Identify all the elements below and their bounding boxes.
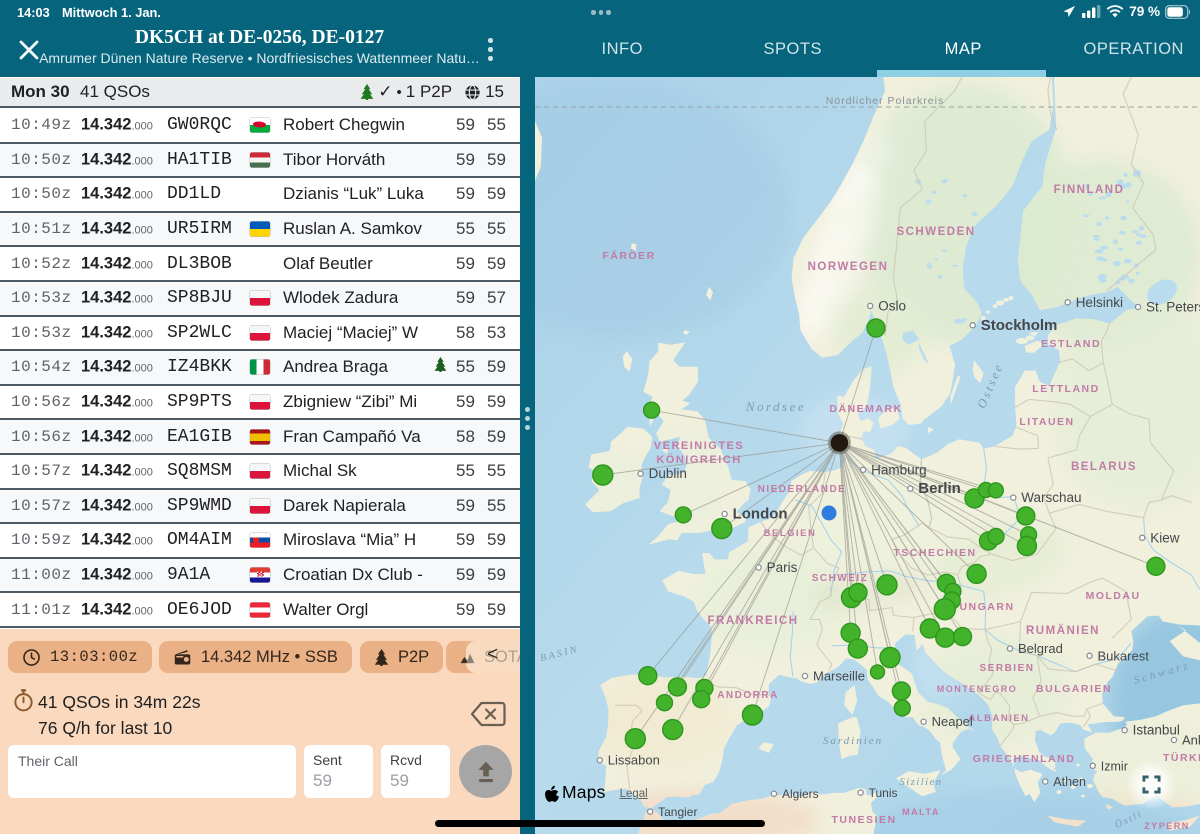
svg-text:MOLDAU: MOLDAU (1085, 590, 1140, 602)
svg-text:KÖNIGREICH: KÖNIGREICH (656, 453, 741, 466)
svg-text:NIEDERLANDE: NIEDERLANDE (758, 484, 847, 495)
svg-text:Berlin: Berlin (918, 480, 961, 497)
svg-text:Paris: Paris (767, 560, 798, 575)
svg-text:TSCHECHIEN: TSCHECHIEN (893, 547, 976, 559)
svg-text:ANDORRA: ANDORRA (717, 690, 779, 701)
svg-text:Neapel: Neapel (932, 714, 973, 729)
svg-text:Hamburg: Hamburg (871, 462, 927, 477)
svg-text:TUNESIEN: TUNESIEN (831, 814, 896, 826)
svg-text:TÜRKEI: TÜRKEI (1163, 751, 1200, 764)
svg-text:Tangier: Tangier (658, 805, 697, 819)
svg-text:Oslo: Oslo (878, 298, 906, 313)
svg-text:MONTENEGRO: MONTENEGRO (937, 684, 1018, 694)
svg-text:Lissabon: Lissabon (608, 753, 660, 768)
svg-text:Ankara: Ankara (1182, 733, 1200, 748)
svg-text:BELARUS: BELARUS (1071, 461, 1137, 473)
svg-text:St. Petersb: St. Petersb (1146, 300, 1200, 315)
svg-text:Marseille: Marseille (813, 669, 865, 684)
svg-text:Sardinien: Sardinien (823, 735, 883, 747)
svg-text:Nördlicher Polarkreis: Nördlicher Polarkreis (826, 95, 944, 107)
svg-text:FÄRÖER: FÄRÖER (602, 249, 655, 262)
svg-text:FINNLAND: FINNLAND (1054, 184, 1125, 196)
svg-text:Belgrad: Belgrad (1018, 641, 1063, 656)
svg-text:SCHWEIZ: SCHWEIZ (812, 573, 869, 584)
svg-text:BULGARIEN: BULGARIEN (1036, 683, 1112, 695)
svg-text:FRANKREICH: FRANKREICH (707, 615, 798, 627)
svg-text:BELGIEN: BELGIEN (764, 528, 817, 539)
svg-text:Athen: Athen (1053, 775, 1086, 789)
svg-text:Istanbul: Istanbul (1133, 723, 1180, 738)
svg-text:Warschau: Warschau (1021, 490, 1081, 505)
svg-text:Kiew: Kiew (1150, 530, 1180, 545)
svg-text:DÄNEMARK: DÄNEMARK (829, 402, 902, 415)
svg-text:Algiers: Algiers (782, 787, 819, 801)
svg-text:Stockholm: Stockholm (981, 317, 1058, 334)
svg-text:NORWEGEN: NORWEGEN (808, 261, 889, 273)
svg-text:VEREINIGTES: VEREINIGTES (654, 440, 744, 452)
svg-text:LETTLAND: LETTLAND (1032, 383, 1099, 395)
svg-text:ZYPERN: ZYPERN (1144, 821, 1190, 831)
svg-text:London: London (733, 506, 788, 523)
svg-text:Sizilien: Sizilien (900, 777, 943, 788)
svg-text:GRIECHENLAND: GRIECHENLAND (973, 753, 1076, 765)
svg-text:ALBANIEN: ALBANIEN (968, 713, 1029, 724)
svg-text:Izmir: Izmir (1101, 759, 1128, 773)
svg-text:Nordsee: Nordsee (745, 399, 806, 414)
svg-text:ESTLAND: ESTLAND (1041, 338, 1101, 350)
svg-text:RUMÄNIEN: RUMÄNIEN (1026, 624, 1100, 637)
svg-text:SCHWEDEN: SCHWEDEN (896, 226, 975, 238)
svg-text:LITAUEN: LITAUEN (1019, 416, 1074, 428)
svg-text:MALTA: MALTA (902, 807, 940, 817)
svg-text:Tunis: Tunis (869, 786, 898, 800)
svg-text:UNGARN: UNGARN (959, 601, 1014, 613)
svg-text:Dublin: Dublin (649, 466, 687, 481)
svg-text:Bukarest: Bukarest (1098, 648, 1150, 663)
svg-text:SERBIEN: SERBIEN (980, 663, 1035, 674)
svg-text:Helsinki: Helsinki (1076, 295, 1123, 310)
